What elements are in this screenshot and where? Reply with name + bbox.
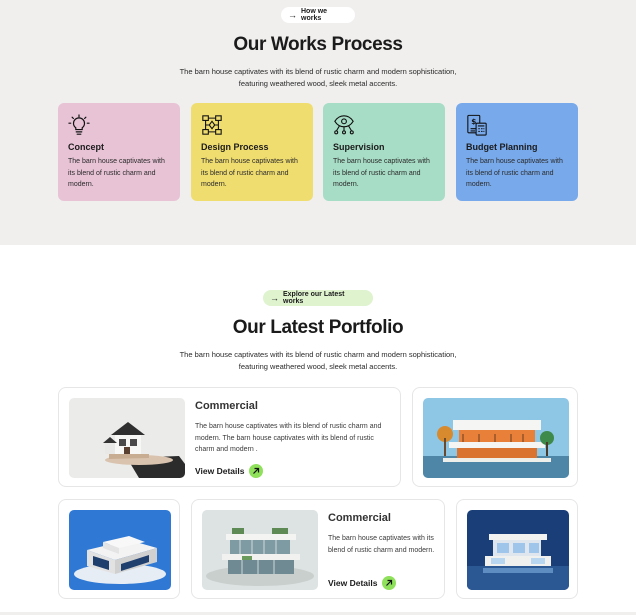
budget-calculator-icon: $	[467, 114, 487, 136]
works-process-subtitle: The barn house captivates with its blend…	[168, 66, 468, 90]
portfolio-card-title: Commercial	[195, 400, 258, 412]
house-in-hand-image	[69, 398, 185, 478]
modern-waterfront-villa-image	[423, 398, 569, 478]
process-card-title: Design Process	[201, 142, 269, 152]
eye-network-icon	[334, 115, 354, 135]
process-card-desc: The barn house captivates with its blend…	[466, 158, 563, 188]
works-process-section: → How we works Our Works Process The bar…	[0, 0, 636, 245]
lightbulb-icon	[68, 114, 90, 135]
view-details-link[interactable]: View Details	[328, 576, 397, 590]
process-card-title: Supervision	[333, 142, 385, 152]
process-card-title: Concept	[68, 142, 104, 152]
portfolio-subtitle: The barn house captivates with its blend…	[168, 349, 468, 373]
process-card-concept[interactable]: Concept The barn house captivates with i…	[58, 103, 180, 201]
portfolio-card-featured-1[interactable]: Commercial The barn house captivates wit…	[58, 387, 401, 487]
arrow-up-right-icon[interactable]	[382, 576, 397, 590]
works-subtitle-line-2: featuring weathered wood, sleek metal ac…	[238, 79, 398, 88]
portfolio-card-featured-2[interactable]: Commercial The barn house captivates wit…	[191, 499, 445, 599]
arrow-up-right-icon[interactable]	[249, 464, 264, 478]
flowchart-icon	[202, 115, 222, 135]
portfolio-card-desc: The barn house captivates with its blend…	[328, 535, 435, 554]
view-details-link[interactable]: View Details	[195, 464, 264, 478]
portfolio-card-image-3[interactable]	[456, 499, 578, 599]
view-details-label: View Details	[328, 578, 378, 588]
arrow-right-icon: →	[270, 292, 279, 303]
works-process-title: Our Works Process	[233, 34, 403, 55]
how-we-works-label: How we works	[301, 8, 328, 22]
process-card-design-process[interactable]: Design Process The barn house captivates…	[191, 103, 313, 201]
view-details-label: View Details	[195, 466, 245, 476]
glass-villa-image	[202, 510, 318, 590]
process-card-desc: The barn house captivates with its blend…	[201, 158, 298, 188]
explore-works-label: Explore our Latest works	[283, 291, 345, 305]
svg-text:$: $	[471, 117, 476, 126]
process-card-supervision[interactable]: Supervision The barn house captivates wi…	[323, 103, 445, 201]
portfolio-card-image-1[interactable]	[412, 387, 578, 487]
portfolio-subtitle-line-2: featuring weathered wood, sleek metal ac…	[238, 362, 398, 371]
blue-modern-house-image	[69, 510, 171, 590]
explore-works-badge: → Explore our Latest works	[263, 290, 373, 306]
arrow-right-icon: →	[288, 9, 297, 20]
process-card-desc: The barn house captivates with its blend…	[333, 158, 430, 188]
portfolio-card-title: Commercial	[328, 512, 391, 524]
night-villa-image	[467, 510, 569, 590]
process-card-title: Budget Planning	[466, 142, 538, 152]
portfolio-title: Our Latest Portfolio	[232, 317, 404, 338]
process-card-budget-planning[interactable]: $ Budget Planning The barn house captiva…	[456, 103, 578, 201]
how-we-works-badge: → How we works	[281, 7, 355, 23]
portfolio-subtitle-line-1: The barn house captivates with its blend…	[179, 350, 457, 359]
portfolio-card-image-2[interactable]	[58, 499, 180, 599]
process-card-desc: The barn house captivates with its blend…	[68, 158, 165, 188]
portfolio-card-desc: The barn house captivates with its blend…	[195, 423, 382, 453]
works-subtitle-line-1: The barn house captivates with its blend…	[179, 67, 457, 76]
